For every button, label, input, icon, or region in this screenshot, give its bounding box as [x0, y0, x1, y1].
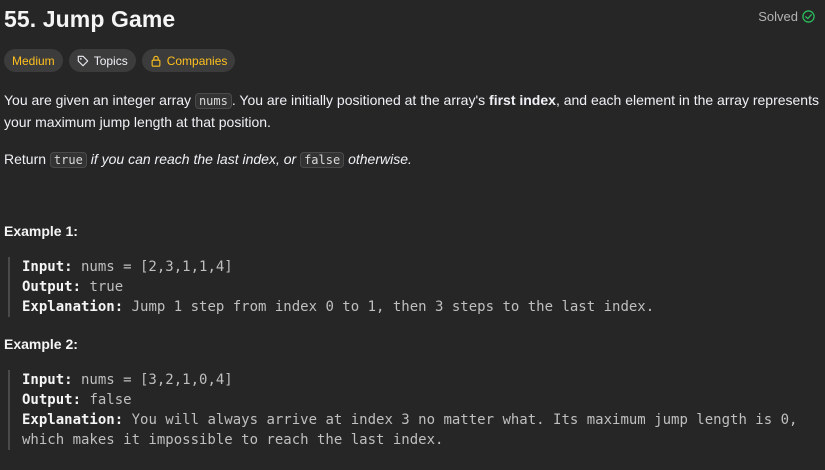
problem-title[interactable]: 55. Jump Game — [4, 6, 175, 33]
output-value: false — [81, 392, 132, 408]
lock-icon — [150, 55, 162, 67]
example-2-title: Example 2: — [4, 336, 78, 352]
output-value: true — [81, 279, 124, 295]
output-label: Output: — [22, 392, 82, 408]
explanation-value: Jump 1 step from index 0 to 1, then 3 st… — [123, 299, 655, 315]
example-2-output: Output: false — [22, 390, 812, 410]
example-1-output: Output: true — [22, 277, 812, 297]
example-1-explanation: Explanation: Jump 1 step from index 0 to… — [22, 297, 812, 317]
example-1-input: Input: nums = [2,3,1,1,4] — [22, 257, 812, 277]
problem-description-panel: 55. Jump Game Solved Medium Topics Compa… — [0, 0, 825, 470]
statement-bold: first index — [489, 92, 556, 108]
example-1-block: Input: nums = [2,3,1,1,4] Output: true E… — [8, 257, 812, 317]
input-label: Input: — [22, 259, 73, 275]
title-row: 55. Jump Game Solved — [4, 4, 815, 34]
example-2-input: Input: nums = [3,2,1,0,4] — [22, 370, 812, 390]
inline-code-nums: nums — [194, 93, 232, 109]
companies-button[interactable]: Companies — [141, 49, 236, 72]
input-label: Input: — [22, 372, 73, 388]
example-2-block: Input: nums = [3,2,1,0,4] Output: false … — [8, 370, 812, 450]
statement-italic: if you can reach the last index, or — [86, 151, 301, 167]
statement-paragraph-2: Return true if you can reach the last in… — [4, 149, 819, 171]
example-2-explanation: Explanation: You will always arrive at i… — [22, 410, 812, 450]
input-value: nums = [3,2,1,0,4] — [72, 372, 233, 388]
statement-text: . You are initially positioned at the ar… — [231, 92, 490, 108]
statement-italic: otherwise. — [344, 151, 412, 167]
tag-icon — [77, 55, 89, 67]
explanation-label: Explanation: — [22, 299, 124, 315]
topics-label: Topics — [93, 53, 128, 68]
statement-text: You are given an integer array — [4, 92, 195, 108]
check-circle-icon — [802, 9, 815, 23]
difficulty-label: Medium — [12, 53, 55, 68]
topics-button[interactable]: Topics — [68, 49, 136, 72]
statement-paragraph-1: You are given an integer array nums. You… — [4, 90, 819, 133]
input-value: nums = [2,3,1,1,4] — [72, 259, 233, 275]
example-1-title: Example 1: — [4, 223, 78, 239]
difficulty-badge: Medium — [4, 49, 63, 72]
solved-label: Solved — [758, 8, 798, 24]
output-label: Output: — [22, 279, 82, 295]
problem-statement: You are given an integer array nums. You… — [4, 90, 819, 171]
solved-status: Solved — [758, 9, 815, 24]
explanation-label: Explanation: — [22, 412, 124, 428]
inline-code-false: false — [300, 152, 345, 168]
statement-text: Return — [4, 151, 50, 167]
tag-row: Medium Topics Companies — [4, 49, 236, 72]
explanation-value: You will always arrive at index 3 no mat… — [22, 412, 806, 448]
companies-label: Companies — [166, 53, 228, 68]
inline-code-true: true — [49, 152, 87, 168]
